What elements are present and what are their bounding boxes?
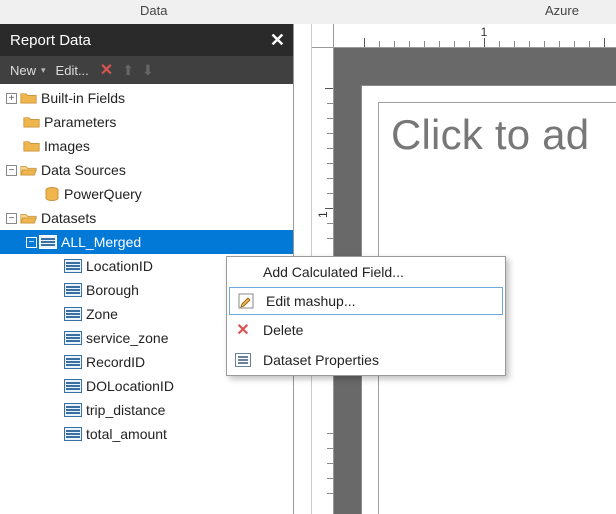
tree-label: DOLocationID [86, 378, 174, 394]
menu-item-dataset-properties[interactable]: Dataset Properties [227, 345, 505, 375]
panel-toolbar: New ▾ Edit... ✕ ⬆ ⬇ [0, 56, 293, 84]
field-icon [64, 259, 82, 273]
tree-label: total_amount [86, 426, 167, 442]
tree-label: ALL_Merged [61, 234, 141, 250]
collapse-icon[interactable]: − [6, 213, 17, 224]
tree-label: trip_distance [86, 402, 165, 418]
ruler-number: 1 [316, 211, 330, 218]
tab-data[interactable]: Data [140, 3, 167, 18]
context-menu[interactable]: Add Calculated Field... Edit mashup... ✕… [226, 256, 506, 376]
menu-item-add-calculated-field[interactable]: Add Calculated Field... [227, 257, 505, 287]
delete-icon: ✕ [233, 320, 253, 340]
tree-node-images[interactable]: Images [0, 134, 293, 158]
ribbon-tabs: Data Azure [0, 0, 616, 24]
folder-open-icon [19, 211, 37, 225]
panel-title: Report Data [10, 32, 91, 49]
menu-label: Dataset Properties [263, 352, 379, 368]
chevron-down-icon[interactable]: ▾ [41, 65, 46, 76]
menu-item-delete[interactable]: ✕ Delete [227, 315, 505, 345]
tree-label: Images [44, 138, 90, 154]
tree-node-powerquery[interactable]: PowerQuery [0, 182, 293, 206]
arrow-down-icon: ⬇ [140, 62, 156, 79]
ruler-number: 1 [481, 25, 488, 39]
delete-icon[interactable]: ✕ [97, 60, 116, 80]
tree-node-all-merged[interactable]: − ALL_Merged [0, 230, 293, 254]
menu-label: Delete [263, 322, 303, 338]
field-icon [64, 331, 82, 345]
field-icon [64, 355, 82, 369]
dataset-icon [39, 235, 57, 249]
edit-icon [236, 291, 256, 311]
tree-label: RecordID [86, 354, 145, 370]
tree-label: LocationID [86, 258, 153, 274]
field-icon [64, 403, 82, 417]
tree-label: Datasets [41, 210, 96, 226]
properties-icon [233, 350, 253, 370]
folder-icon [22, 139, 40, 153]
collapse-icon[interactable]: − [26, 237, 37, 248]
expand-icon[interactable]: + [6, 93, 17, 104]
folder-icon [19, 91, 37, 105]
collapse-icon[interactable]: − [6, 165, 17, 176]
menu-item-edit-mashup[interactable]: Edit mashup... [229, 287, 503, 315]
field-icon [64, 427, 82, 441]
menu-label: Add Calculated Field... [263, 264, 404, 280]
database-icon [44, 187, 60, 201]
tree-label: PowerQuery [64, 186, 142, 202]
tree-node-datasources[interactable]: − Data Sources [0, 158, 293, 182]
field-icon [64, 307, 82, 321]
title-placeholder[interactable]: Click to ad [391, 111, 616, 159]
tree-label: Parameters [44, 114, 116, 130]
tree-label: service_zone [86, 330, 169, 346]
field-icon [64, 379, 82, 393]
folder-icon [22, 115, 40, 129]
tree-label: Data Sources [41, 162, 126, 178]
arrow-up-icon: ⬆ [120, 62, 136, 79]
new-button[interactable]: New [6, 63, 40, 78]
horizontal-ruler: 1 [334, 24, 616, 48]
tree-node-datasets[interactable]: − Datasets [0, 206, 293, 230]
tree-field[interactable]: DOLocationID [0, 374, 293, 398]
tree-node-parameters[interactable]: Parameters [0, 110, 293, 134]
edit-button[interactable]: Edit... [52, 63, 93, 78]
folder-open-icon [19, 163, 37, 177]
tab-azure[interactable]: Azure [545, 3, 579, 18]
tree-label: Built-in Fields [41, 90, 125, 106]
close-icon[interactable]: ✕ [270, 30, 285, 51]
tree-label: Borough [86, 282, 139, 298]
tree-field[interactable]: total_amount [0, 422, 293, 446]
field-icon [64, 283, 82, 297]
tree-node-builtin[interactable]: + Built-in Fields [0, 86, 293, 110]
blank-icon [233, 262, 253, 282]
tree-field[interactable]: trip_distance [0, 398, 293, 422]
menu-label: Edit mashup... [266, 293, 356, 309]
tree-label: Zone [86, 306, 118, 322]
